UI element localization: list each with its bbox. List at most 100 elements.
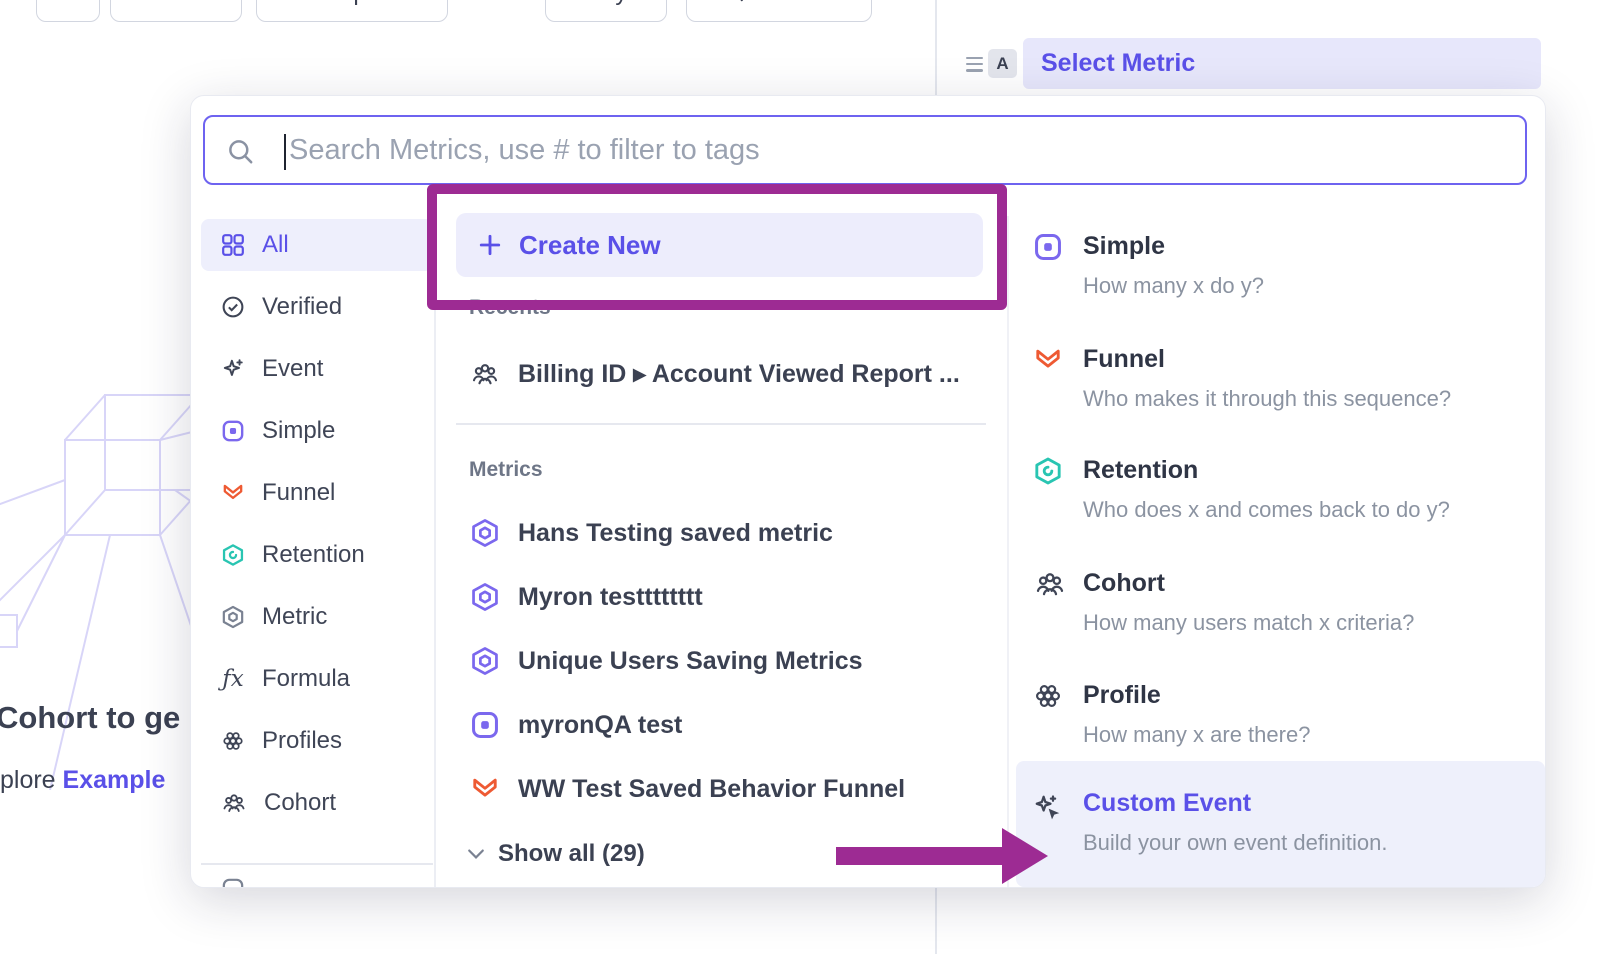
metric-item[interactable]: Myron testttttttt <box>456 573 996 621</box>
funnel-icon <box>470 774 500 804</box>
category-simple[interactable]: Simple <box>201 405 433 457</box>
metric-hexagon-icon <box>470 518 500 548</box>
metrics-header: Metrics <box>469 458 543 482</box>
profiles-flower-icon <box>1033 681 1063 711</box>
metric-item[interactable]: myronQA test <box>456 701 996 749</box>
create-new-label: Create New <box>519 230 661 261</box>
type-custom-event[interactable]: Custom Event Build your own event defini… <box>1016 761 1545 887</box>
retention-hexagon-icon <box>1033 456 1063 486</box>
category-label: Funnel <box>262 479 335 507</box>
simple-square-icon <box>221 419 245 443</box>
range-12m-label: 12M <box>45 0 92 7</box>
category-label: Simple <box>262 417 335 445</box>
type-description: Who does x and comes back to do y? <box>1083 497 1545 523</box>
funnel-icon <box>1033 345 1063 375</box>
metric-item-label: Hans Testing saved metric <box>518 519 833 548</box>
chart-type-line-button[interactable]: Line <box>686 0 872 22</box>
type-description: How many x are there? <box>1083 722 1545 748</box>
type-funnel[interactable]: Funnel Who makes it through this sequenc… <box>1016 345 1545 412</box>
category-all[interactable]: All <box>201 219 433 271</box>
empty-state-headline-fragment: Cohort to ge <box>0 700 180 736</box>
formula-icon: ƒx <box>221 666 245 692</box>
category-verified[interactable]: Verified <box>201 281 433 333</box>
type-name: Funnel <box>1083 345 1545 374</box>
range-ytd-button[interactable]: YTD <box>110 0 242 22</box>
metric-item-label: Unique Users Saving Metrics <box>518 647 863 676</box>
plus-icon <box>478 233 502 257</box>
simple-square-icon <box>1033 232 1063 262</box>
category-label: Verified <box>262 293 342 321</box>
metric-item[interactable]: Unique Users Saving Metrics <box>456 637 996 685</box>
type-description: Build your own event definition. <box>1083 830 1545 856</box>
category-profiles[interactable]: Profiles <box>201 715 433 767</box>
empty-state-subline: plore Example <box>0 766 165 795</box>
category-label: Cohort <box>264 789 336 817</box>
search-input[interactable] <box>205 117 1525 183</box>
recent-item-billing-id[interactable]: Billing ID ▸ Account Viewed Report ... <box>456 350 996 398</box>
sidebar-divider <box>434 208 436 888</box>
recent-item-label: Billing ID ▸ Account Viewed Report ... <box>518 359 960 389</box>
select-metric-button[interactable]: Select Metric <box>1023 38 1541 89</box>
range-12m-button[interactable]: 12M <box>36 0 100 22</box>
text-caret <box>284 134 286 170</box>
sidebar-section-divider <box>201 863 433 865</box>
metric-item[interactable]: Hans Testing saved metric <box>456 509 996 557</box>
type-name: Simple <box>1083 232 1545 261</box>
category-label: Formula <box>262 665 350 693</box>
retention-hexagon-icon <box>221 543 245 567</box>
metric-hexagon-icon <box>470 646 500 676</box>
metric-item-label: myronQA test <box>518 711 682 740</box>
type-description: How many users match x criteria? <box>1083 610 1545 636</box>
metric-item-label: WW Test Saved Behavior Funnel <box>518 775 905 804</box>
category-label: Retention <box>262 541 365 569</box>
line-chart-icon <box>739 0 763 5</box>
type-name: Cohort <box>1083 569 1545 598</box>
metric-item[interactable]: WW Test Saved Behavior Funnel <box>456 765 996 813</box>
funnel-icon <box>221 481 245 505</box>
type-name: Retention <box>1083 456 1545 485</box>
category-funnel[interactable]: Funnel <box>201 467 433 519</box>
category-cohort[interactable]: Cohort <box>201 777 433 829</box>
show-all-button[interactable]: Show all (29) <box>459 832 645 876</box>
metric-picker-modal: All Verified Event Simple Funnel Retenti… <box>190 95 1546 888</box>
category-label: All <box>262 231 289 259</box>
type-description: How many x do y? <box>1083 273 1545 299</box>
category-formula[interactable]: ƒx Formula <box>201 653 433 705</box>
type-cohort[interactable]: Cohort How many users match x criteria? <box>1016 569 1545 636</box>
metric-row-letter-badge: A <box>988 49 1017 78</box>
range-ytd-label: YTD <box>139 0 187 7</box>
metric-hexagon-icon <box>221 605 245 629</box>
type-name: Profile <box>1083 681 1545 710</box>
simple-square-icon <box>470 710 500 740</box>
category-retention[interactable]: Retention <box>201 529 433 581</box>
example-reports-link[interactable]: Example <box>63 766 166 794</box>
granularity-day-button[interactable]: Day <box>545 0 667 22</box>
type-profile[interactable]: Profile How many x are there? <box>1016 681 1545 748</box>
create-new-button[interactable]: Create New <box>456 213 983 277</box>
category-event[interactable]: Event <box>201 343 433 395</box>
chart-type-line-label: Line <box>773 0 818 7</box>
category-label: Metric <box>262 603 327 631</box>
search-box <box>203 115 1527 185</box>
category-metric[interactable]: Metric <box>201 591 433 643</box>
compare-button[interactable]: Compare <box>256 0 448 22</box>
cohort-people-icon <box>221 791 247 815</box>
drag-handle-icon[interactable] <box>966 57 983 76</box>
metric-picker-screen: 12M YTD Compare Day Line A Select Metric… <box>0 0 1616 954</box>
granularity-day-label: Day <box>585 0 628 7</box>
recents-header: Recents <box>469 296 551 320</box>
category-label: Event <box>262 355 323 383</box>
category-label: Profiles <box>262 727 342 755</box>
type-retention[interactable]: Retention Who does x and comes back to d… <box>1016 456 1545 523</box>
show-all-label: Show all (29) <box>498 840 645 868</box>
metric-item-label: Myron testttttttt <box>518 583 703 612</box>
verified-badge-icon <box>221 295 245 319</box>
partial-category-icon[interactable] <box>221 877 245 888</box>
cohort-people-icon <box>1033 569 1067 599</box>
chevron-down-icon <box>467 848 485 860</box>
metric-hexagon-icon <box>470 582 500 612</box>
recents-divider <box>456 423 986 425</box>
subline-text-fragment: plore <box>0 766 63 794</box>
custom-event-spark-icon <box>1033 793 1063 823</box>
type-simple[interactable]: Simple How many x do y? <box>1016 232 1545 299</box>
